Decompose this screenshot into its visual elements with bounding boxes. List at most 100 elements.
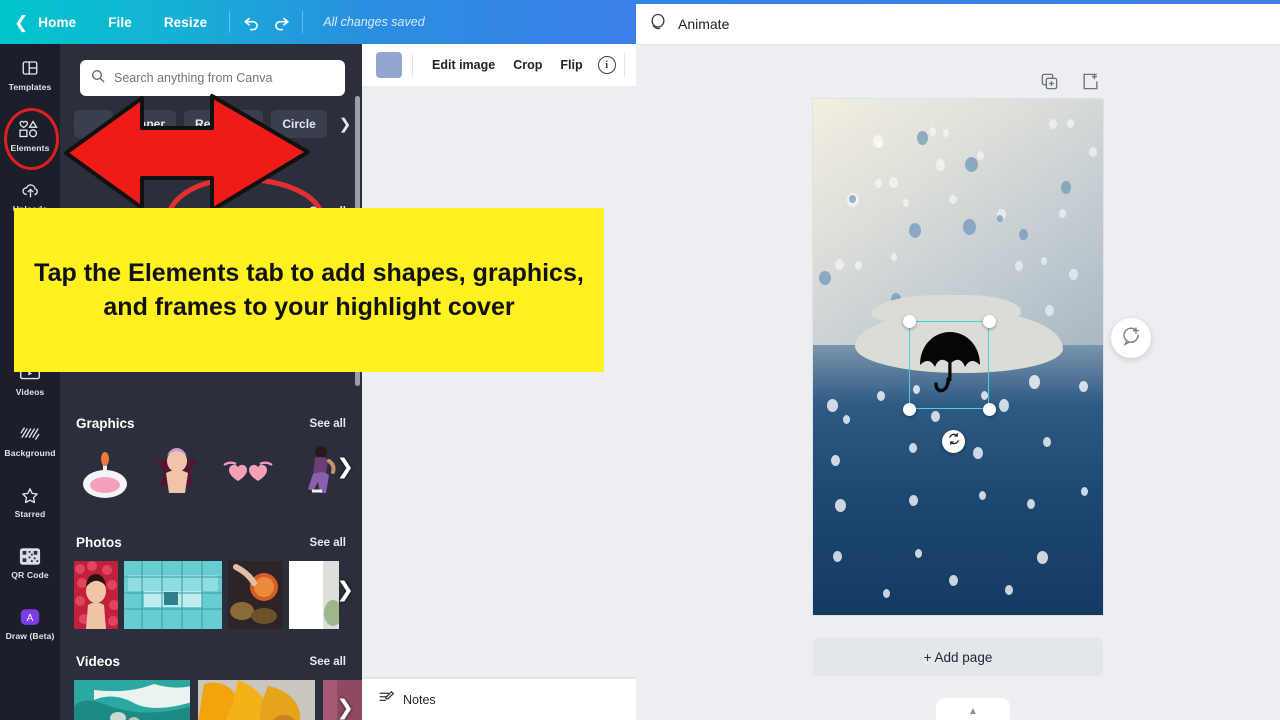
notes-label: Notes: [403, 692, 436, 707]
sidebar-item-starred[interactable]: Starred: [0, 471, 60, 532]
photo-thumb-3[interactable]: [228, 561, 283, 629]
raindrop: [915, 549, 922, 558]
raindrop: [977, 151, 984, 160]
chevron-left-icon[interactable]: ❮: [14, 14, 28, 31]
home-button[interactable]: Home: [28, 15, 92, 30]
crop-button[interactable]: Crop: [504, 58, 551, 72]
videos-thumbnails: 11.0s 6.0s: [60, 669, 362, 720]
photos-next-icon[interactable]: ❯: [336, 577, 354, 602]
videos-section: Videos See all 11.0s: [60, 654, 362, 720]
raindrop: [1029, 375, 1040, 389]
raindrop: [963, 219, 976, 235]
graphics-header: Graphics See all: [60, 416, 362, 431]
raindrop: [891, 253, 897, 261]
raindrop: [855, 261, 862, 270]
raindrop: [1049, 119, 1057, 129]
search-box[interactable]: [80, 60, 345, 96]
video-thumb-1[interactable]: 11.0s: [74, 680, 191, 720]
raindrop: [889, 177, 898, 188]
raindrop: [909, 495, 918, 506]
sidebar-label-templates: Templates: [8, 82, 52, 92]
sidebar-item-draw[interactable]: A Draw (Beta): [0, 593, 60, 654]
instruction-caption: Tap the Elements tab to add shapes, grap…: [14, 208, 604, 372]
duplicate-page-icon[interactable]: [1040, 72, 1059, 96]
raindrop: [827, 399, 838, 412]
sidebar-item-templates[interactable]: Templates: [0, 44, 60, 105]
add-comment-button[interactable]: [1111, 318, 1151, 358]
raindrop: [929, 127, 936, 136]
highlight-circle-elements: [4, 108, 59, 170]
raindrop: [877, 391, 885, 401]
save-status-text: All changes saved: [323, 15, 425, 29]
raindrop: [949, 195, 957, 204]
edit-image-button[interactable]: Edit image: [423, 58, 504, 72]
graphics-thumbnails: ❯: [60, 431, 362, 503]
raindrop: [965, 157, 978, 172]
add-page-button[interactable]: + Add page: [813, 638, 1103, 676]
raindrop: [1079, 381, 1088, 392]
raindrop: [1041, 257, 1047, 265]
sidebar-item-qr-code[interactable]: QR Code: [0, 532, 60, 593]
animate-button-label[interactable]: Animate: [678, 16, 729, 32]
image-context-toolbar: Edit image Crop Flip i: [362, 44, 636, 86]
upload-cloud-icon: [20, 179, 41, 201]
videos-header: Videos See all: [60, 654, 362, 669]
raindrop: [833, 551, 842, 562]
add-page-icon[interactable]: [1081, 72, 1100, 96]
raindrop: [903, 199, 909, 207]
design-page-canvas[interactable]: [813, 99, 1103, 615]
sidebar-label-draw: Draw (Beta): [5, 631, 55, 641]
photos-thumbnails: ❯: [60, 550, 362, 629]
toolbar-divider-4: [623, 53, 625, 77]
photos-see-all[interactable]: See all: [310, 537, 346, 549]
videos-see-all[interactable]: See all: [310, 656, 346, 668]
selection-handle-top-left[interactable]: [903, 315, 916, 328]
raindrop: [883, 589, 890, 598]
color-swatch-button[interactable]: [376, 52, 402, 78]
selection-handle-bottom-right[interactable]: [983, 403, 996, 416]
search-input[interactable]: [114, 71, 329, 85]
right-screenshot-canva-animate: Animate + Add page ▲: [636, 0, 1280, 720]
videos-next-icon[interactable]: ❯: [336, 695, 354, 720]
graphic-thumb-heart-glasses[interactable]: [217, 441, 277, 503]
chevron-right-icon[interactable]: ❯: [335, 115, 352, 133]
raindrop: [999, 399, 1009, 412]
raindrop: [1043, 437, 1051, 447]
raindrop: [997, 215, 1003, 222]
photo-thumb-2[interactable]: [124, 561, 222, 629]
graphic-thumb-woman[interactable]: [145, 441, 205, 503]
raindrop: [1027, 499, 1035, 509]
photos-title: Photos: [76, 535, 122, 550]
graphics-see-all[interactable]: See all: [310, 418, 346, 430]
file-menu-button[interactable]: File: [92, 15, 148, 30]
bottom-panel-handle[interactable]: ▲: [936, 698, 1010, 720]
graphic-thumb-candle[interactable]: [74, 441, 134, 503]
raindrop: [1061, 181, 1071, 194]
redo-icon[interactable]: [266, 7, 296, 37]
graphics-title: Graphics: [76, 416, 135, 431]
editor-top-bar: ❮ Home File Resize All changes saved: [0, 0, 636, 44]
videos-title: Videos: [76, 654, 121, 669]
photo-thumb-1[interactable]: [74, 561, 118, 629]
selection-handle-bottom-left[interactable]: [903, 403, 916, 416]
sidebar-label-videos: Videos: [15, 387, 45, 397]
selection-handle-top-right[interactable]: [983, 315, 996, 328]
animate-body: + Add page ▲: [636, 46, 1280, 720]
raindrop: [949, 575, 958, 586]
graphics-next-icon[interactable]: ❯: [336, 455, 354, 480]
rotate-handle-button[interactable]: [942, 430, 965, 453]
flip-button[interactable]: Flip: [551, 58, 591, 72]
raindrop: [1069, 269, 1078, 280]
raindrop: [943, 129, 949, 137]
notes-bar[interactable]: Notes: [362, 678, 636, 720]
video-thumb-2[interactable]: 6.0s: [198, 680, 315, 720]
undo-icon[interactable]: [236, 7, 266, 37]
draw-icon: A: [19, 606, 41, 628]
instruction-caption-text: Tap the Elements tab to add shapes, grap…: [34, 258, 584, 322]
photo-thumb-4[interactable]: [289, 561, 339, 629]
resize-button[interactable]: Resize: [148, 15, 223, 30]
sidebar-item-background[interactable]: Background: [0, 410, 60, 471]
info-icon[interactable]: i: [597, 56, 616, 74]
raindrop: [1067, 119, 1074, 128]
photos-header: Photos See all: [60, 535, 362, 550]
